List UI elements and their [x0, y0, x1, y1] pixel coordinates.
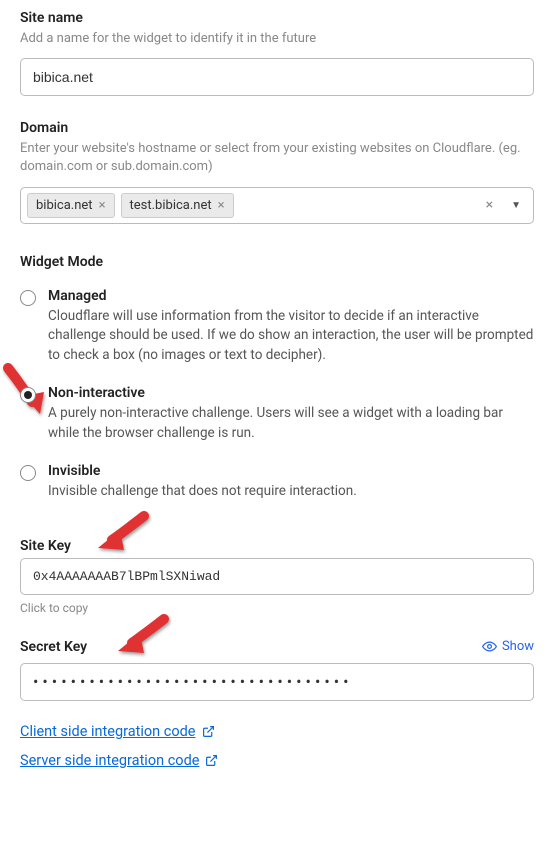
- site-key-value[interactable]: 0x4AAAAAAAB7lBPmlSXNiwad: [20, 558, 534, 595]
- integration-links: Client side integration code Server side…: [20, 723, 534, 781]
- radio-invisible[interactable]: [20, 465, 36, 481]
- show-label: Show: [502, 639, 534, 654]
- secret-key-value[interactable]: ••••••••••••••••••••••••••••••••••: [20, 663, 534, 701]
- radio-desc: Cloudflare will use information from the…: [48, 307, 534, 366]
- server-integration-link[interactable]: Server side integration code: [20, 752, 218, 769]
- site-name-input[interactable]: [20, 58, 534, 96]
- radio-label: Non-interactive: [48, 385, 534, 401]
- clear-icon[interactable]: ×: [480, 197, 499, 213]
- click-to-copy-hint: Click to copy: [20, 601, 534, 615]
- close-icon[interactable]: ×: [99, 199, 106, 212]
- site-name-label: Site name: [20, 10, 534, 26]
- radio-option-noninteractive[interactable]: Non-interactive A purely non-interactive…: [20, 385, 534, 443]
- domain-label: Domain: [20, 120, 534, 136]
- radio-label: Invisible: [48, 463, 534, 479]
- site-name-hint: Add a name for the widget to identify it…: [20, 30, 534, 48]
- domain-tag-label: bibica.net: [36, 198, 93, 213]
- link-label: Server side integration code: [20, 752, 199, 769]
- radio-noninteractive[interactable]: [20, 387, 36, 403]
- external-link-icon: [202, 725, 215, 738]
- show-secret-button[interactable]: Show: [482, 639, 534, 654]
- eye-icon: [482, 639, 497, 654]
- link-label: Client side integration code: [20, 723, 196, 740]
- annotation-arrow-icon: [110, 613, 172, 663]
- site-key-label: Site Key: [20, 538, 534, 554]
- radio-managed[interactable]: [20, 290, 36, 306]
- radio-desc: Invisible challenge that does not requir…: [48, 482, 534, 502]
- secret-key-section: Secret Key Show ••••••••••••••••••••••••…: [20, 639, 534, 701]
- radio-option-invisible[interactable]: Invisible Invisible challenge that does …: [20, 463, 534, 502]
- close-icon[interactable]: ×: [218, 199, 225, 212]
- radio-label: Managed: [48, 288, 534, 304]
- radio-option-managed[interactable]: Managed Cloudflare will use information …: [20, 288, 534, 366]
- external-link-icon: [205, 754, 218, 767]
- domain-section: Domain Enter your website's hostname or …: [20, 120, 534, 223]
- domain-tag[interactable]: bibica.net ×: [27, 193, 115, 218]
- widget-mode-section: Widget Mode Managed Cloudflare will use …: [20, 254, 534, 502]
- chevron-down-icon[interactable]: ▼: [505, 200, 527, 211]
- domain-multiselect[interactable]: bibica.net × test.bibica.net × × ▼: [20, 187, 534, 224]
- site-name-section: Site name Add a name for the widget to i…: [20, 10, 534, 96]
- client-integration-link[interactable]: Client side integration code: [20, 723, 215, 740]
- domain-hint: Enter your website's hostname or select …: [20, 140, 534, 176]
- domain-tag[interactable]: test.bibica.net ×: [121, 193, 234, 218]
- secret-key-label: Secret Key: [20, 639, 87, 655]
- widget-mode-heading: Widget Mode: [20, 254, 534, 270]
- radio-desc: A purely non-interactive challenge. User…: [48, 404, 534, 443]
- domain-tag-label: test.bibica.net: [130, 198, 212, 213]
- site-key-section: Site Key 0x4AAAAAAAB7lBPmlSXNiwad Click …: [20, 538, 534, 615]
